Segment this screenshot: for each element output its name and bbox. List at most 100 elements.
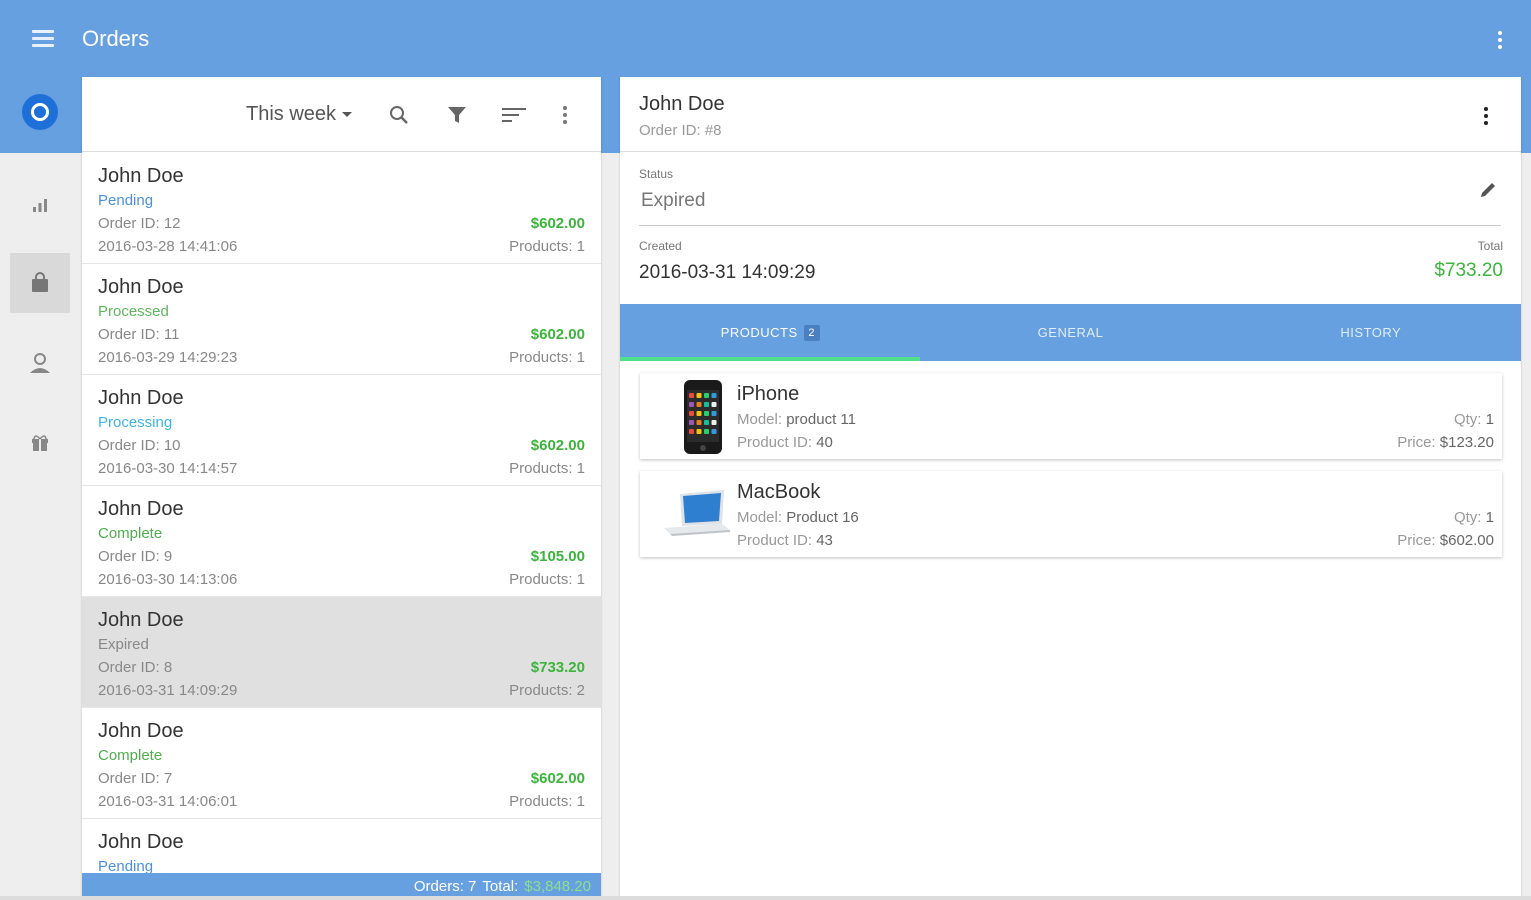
product-qty: Qty: 1 — [1454, 509, 1494, 526]
tab-label: HISTORY — [1340, 325, 1402, 340]
edit-pencil-icon[interactable] — [1475, 177, 1501, 203]
order-status: Pending — [98, 192, 154, 209]
qty-value: 1 — [1485, 509, 1494, 526]
order-date: 2016-03-29 14:29:23 — [98, 349, 238, 366]
price-label: Price: — [1397, 532, 1436, 549]
sort-icon[interactable] — [500, 101, 528, 129]
app-logo-icon[interactable] — [22, 94, 58, 130]
tab-count-badge: 2 — [803, 324, 820, 341]
order-list-item[interactable]: John Doe Complete Order ID: 9 2016-03-30 14… — [82, 486, 601, 597]
order-amount: $602.00 — [530, 437, 585, 454]
created-label: Created — [639, 239, 682, 253]
gift-box-icon — [32, 435, 48, 451]
detail-total-value: $733.20 — [1434, 260, 1503, 281]
product-id-value: 43 — [816, 532, 833, 549]
tab-general[interactable]: GENERAL — [920, 304, 1220, 361]
order-list-item[interactable]: John Doe Expired Order ID: 8 2016-03-31 14:… — [82, 597, 601, 708]
more-vert-icon[interactable] — [1488, 24, 1512, 56]
list-toolbar: This week — [82, 77, 601, 152]
hamburger-menu-icon[interactable] — [26, 24, 60, 54]
order-customer-name: John Doe — [98, 387, 184, 409]
created-value: 2016-03-31 14:09:29 — [639, 262, 816, 283]
product-id-label: Product ID: — [737, 532, 813, 549]
search-icon[interactable] — [385, 101, 413, 129]
model-value: Product 16 — [786, 509, 859, 526]
product-id-value: 40 — [816, 434, 833, 451]
product-name: iPhone — [737, 383, 800, 405]
list-more-vert-icon[interactable] — [551, 101, 579, 129]
rail-item-orders[interactable] — [10, 253, 70, 313]
order-customer-name: John Doe — [98, 609, 184, 631]
product-model: Model: Product 16 — [737, 509, 859, 526]
product-id: Product ID: 40 — [737, 434, 833, 451]
order-id: Order ID: 12 — [98, 215, 181, 232]
status-underline — [639, 225, 1501, 226]
rail-item-customers[interactable] — [10, 333, 70, 393]
price-value: $602.00 — [1439, 532, 1494, 549]
detail-order-id: Order ID: #8 — [639, 122, 722, 139]
order-detail-panel: John Doe Order ID: #8 Status Expired Cre… — [620, 77, 1521, 900]
period-filter-label: This week — [246, 103, 337, 125]
detail-tabs: PRODUCTS 2 GENERAL HISTORY — [620, 304, 1521, 361]
period-filter-dropdown[interactable]: This week — [246, 103, 353, 126]
macbook-image — [660, 476, 732, 552]
orders-list-panel: This week John Doe Pending Order ID: 12 201… — [82, 77, 601, 900]
detail-total-label: Total — [1477, 239, 1503, 253]
order-products-count: Products: 1 — [509, 571, 585, 588]
qty-label: Qty: — [1453, 509, 1482, 526]
status-value[interactable]: Expired — [641, 190, 705, 212]
shopping-bag-icon — [32, 272, 48, 292]
orders-count: Orders: 7 — [413, 878, 477, 895]
order-amount: $602.00 — [530, 215, 585, 232]
order-list-item[interactable]: John Doe Complete Order ID: 7 2016-03-31 14… — [82, 708, 601, 819]
price-label: Price: — [1397, 434, 1436, 451]
order-id: Order ID: 8 — [98, 659, 173, 676]
order-list-item[interactable]: John Doe Processing Order ID: 10 2016-03-30… — [82, 375, 601, 486]
qty-label: Qty: — [1453, 411, 1482, 428]
order-id: Order ID: 7 — [98, 770, 173, 787]
bottom-edge — [0, 896, 1531, 900]
status-label: Status — [639, 167, 674, 181]
person-icon — [30, 353, 50, 373]
model-value: product 11 — [786, 411, 856, 428]
order-date: 2016-03-31 14:09:29 — [98, 682, 238, 699]
iphone-image — [660, 378, 732, 454]
product-id-label: Product ID: — [737, 434, 813, 451]
order-status: Expired — [98, 636, 149, 653]
detail-more-vert-icon[interactable] — [1476, 101, 1496, 131]
detail-header: John Doe Order ID: #8 — [620, 77, 1521, 152]
tab-label: PRODUCTS — [720, 325, 798, 340]
filter-icon[interactable] — [443, 101, 471, 129]
model-label: Model: — [737, 509, 783, 526]
navigation-rail — [0, 153, 80, 900]
rail-item-statistics[interactable] — [10, 175, 70, 235]
qty-value: 1 — [1485, 411, 1494, 428]
order-amount: $733.20 — [530, 659, 585, 676]
order-status: Complete — [98, 747, 163, 764]
product-card[interactable]: iPhone Model: product 11 Product ID: 40 Qty… — [640, 373, 1502, 459]
order-products-count: Products: 1 — [509, 460, 585, 477]
order-status: Processing — [98, 414, 173, 431]
dropdown-arrow-icon — [342, 112, 353, 117]
order-customer-name: John Doe — [98, 165, 184, 187]
tab-history[interactable]: HISTORY — [1221, 304, 1521, 361]
order-id: Order ID: 11 — [98, 326, 180, 343]
order-customer-name: John Doe — [98, 276, 184, 298]
order-list-item[interactable]: John Doe Processed Order ID: 11 2016-03-29 … — [82, 264, 601, 375]
order-date: 2016-03-31 14:06:01 — [98, 793, 238, 810]
order-date: 2016-03-30 14:14:57 — [98, 460, 238, 477]
order-amount: $602.00 — [530, 326, 585, 343]
rail-item-products[interactable] — [10, 413, 70, 473]
order-list-item[interactable]: John Doe Pending Order ID: 12 2016-03-28 14… — [82, 153, 601, 264]
order-customer-name: John Doe — [98, 720, 184, 742]
order-products-count: Products: 1 — [509, 793, 585, 810]
order-amount: $602.00 — [530, 770, 585, 787]
order-date: 2016-03-30 14:13:06 — [98, 571, 238, 588]
order-status: Complete — [98, 525, 163, 542]
tab-products[interactable]: PRODUCTS 2 — [620, 304, 921, 361]
detail-customer-name: John Doe — [639, 93, 725, 115]
order-amount: $105.00 — [530, 548, 585, 565]
order-customer-name: John Doe — [98, 831, 184, 853]
product-card[interactable]: MacBook Model: Product 16 Product ID: 43 Qt… — [640, 471, 1502, 557]
order-products-count: Products: 2 — [509, 682, 585, 699]
